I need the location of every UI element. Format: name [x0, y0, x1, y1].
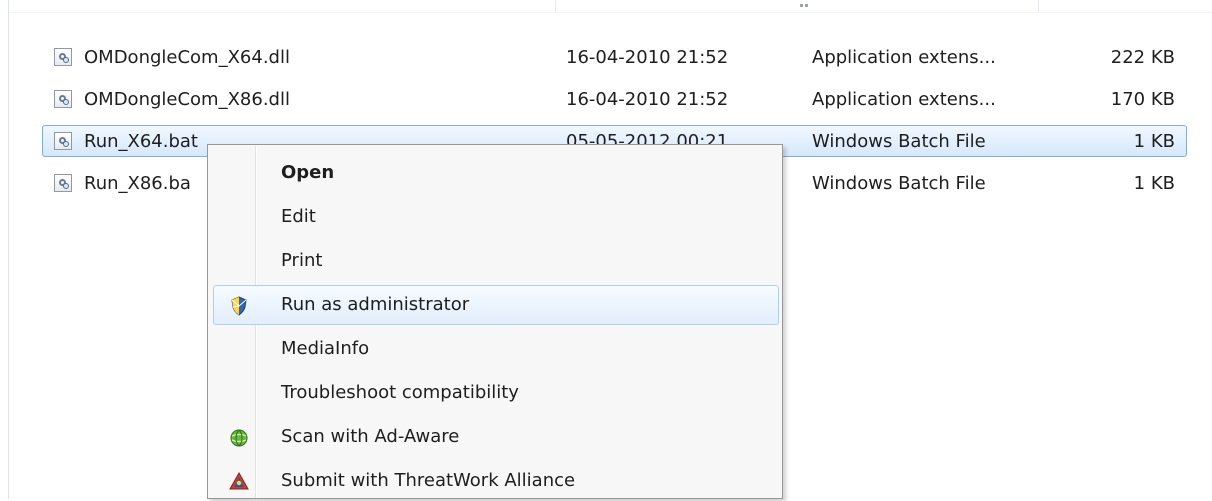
context-menu: Open Edit Print Run as administrator Med… — [207, 144, 783, 499]
context-menu-edit[interactable]: Edit — [213, 197, 779, 237]
file-size: 222 KB — [1110, 47, 1175, 68]
context-menu-submit-with-threatwork-alliance[interactable]: Submit with ThreatWork Alliance — [213, 461, 779, 501]
file-name: OMDongleCom_X86.dll — [84, 89, 290, 110]
menu-item-label: Run as administrator — [281, 294, 470, 315]
date-modified: 16-04-2010 21:52 — [566, 47, 729, 68]
context-menu-troubleshoot-compatibility[interactable]: Troubleshoot compatibility — [213, 373, 779, 413]
context-menu-mediainfo[interactable]: MediaInfo — [213, 329, 779, 369]
date-modified: 16-04-2010 21:52 — [566, 89, 729, 110]
column-header-mark — [800, 4, 803, 7]
context-menu-print[interactable]: Print — [213, 241, 779, 281]
menu-item-label: Edit — [281, 206, 316, 227]
file-type: Application extens... — [812, 89, 996, 110]
threatwork-alliance-icon — [229, 471, 249, 492]
file-name: OMDongleCom_X64.dll — [84, 47, 290, 68]
dll-file-icon — [54, 48, 72, 66]
column-header-divider[interactable] — [555, 0, 556, 12]
column-header-strip — [9, 0, 1212, 13]
batch-file-icon — [54, 174, 72, 192]
file-name: Run_X64.bat — [84, 131, 198, 152]
menu-item-label: MediaInfo — [281, 338, 370, 359]
context-menu-run-as-administrator[interactable]: Run as administrator — [213, 285, 779, 325]
ad-aware-icon — [229, 428, 249, 448]
column-header-mark — [805, 4, 808, 7]
column-header-divider[interactable] — [1038, 0, 1039, 12]
file-size: 1 KB — [1133, 131, 1175, 152]
menu-item-label: Scan with Ad-Aware — [281, 426, 460, 447]
uac-shield-icon — [229, 296, 249, 316]
file-type: Application extens... — [812, 47, 996, 68]
file-type: Windows Batch File — [812, 173, 986, 194]
file-size: 1 KB — [1133, 173, 1175, 194]
file-row-omdonglecom-x64-dll[interactable]: OMDongleCom_X64.dll 16-04-2010 21:52 App… — [42, 41, 1187, 73]
context-menu-open[interactable]: Open — [213, 153, 779, 193]
context-menu-scan-with-ad-aware[interactable]: Scan with Ad-Aware — [213, 417, 779, 457]
menu-item-label: Troubleshoot compatibility — [281, 382, 519, 403]
file-name: Run_X86.ba — [84, 173, 191, 194]
file-type: Windows Batch File — [812, 131, 986, 152]
dll-file-icon — [54, 90, 72, 108]
file-size: 170 KB — [1110, 89, 1175, 110]
menu-item-label: Open — [281, 162, 335, 183]
menu-item-label: Print — [281, 250, 323, 271]
menu-item-label: Submit with ThreatWork Alliance — [281, 470, 576, 491]
batch-file-icon — [54, 132, 72, 150]
file-row-omdonglecom-x86-dll[interactable]: OMDongleCom_X86.dll 16-04-2010 21:52 App… — [42, 83, 1187, 115]
navigation-pane-edge — [8, 0, 9, 499]
